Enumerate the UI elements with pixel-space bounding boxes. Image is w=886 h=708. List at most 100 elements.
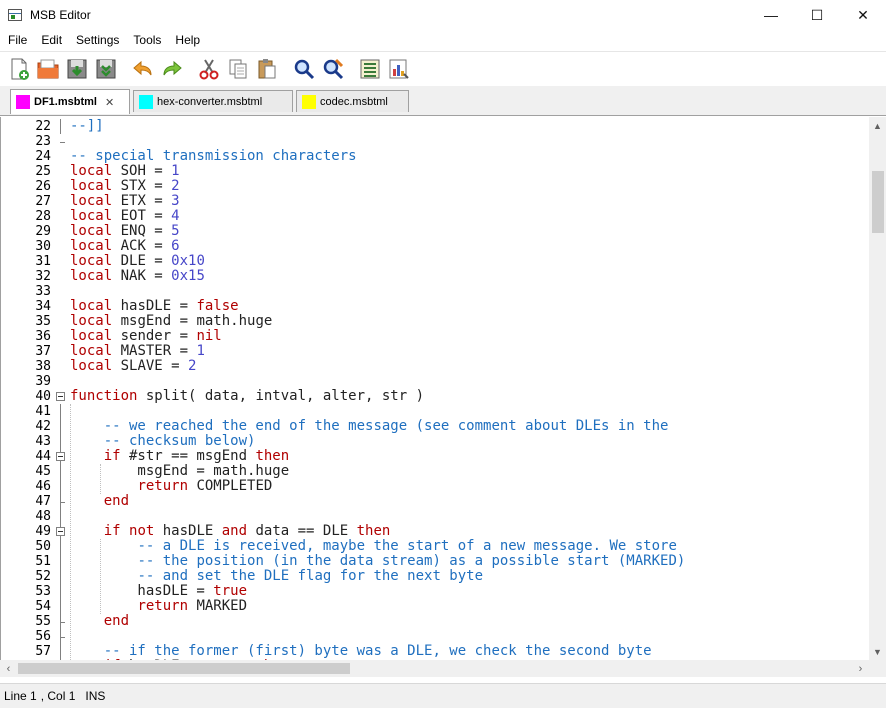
fold-toggle-icon[interactable]: [56, 527, 65, 536]
code-token: local: [70, 268, 113, 284]
code-token: if: [103, 448, 121, 464]
line-number: 26: [35, 179, 51, 194]
copy-button[interactable]: [223, 54, 252, 83]
line-number: 39: [35, 374, 51, 389]
code-token: ENQ =: [112, 223, 172, 239]
horizontal-scrollbar[interactable]: ‹ ›: [0, 660, 869, 677]
list-icon: [360, 59, 379, 78]
code-line[interactable]: local ETX = 3: [70, 194, 180, 209]
code-token: 0x15: [171, 268, 205, 284]
tab-label: hex-converter.msbtml: [157, 95, 263, 108]
code-token: local: [70, 193, 113, 209]
find-icon: [294, 59, 314, 79]
line-number: 51: [35, 554, 51, 569]
line-number: 25: [35, 164, 51, 179]
menu-file[interactable]: File: [0, 30, 34, 50]
save-as-icon: [96, 59, 115, 78]
tab-codec[interactable]: codec.msbtml: [296, 90, 409, 112]
close-tab-icon[interactable]: ✕: [105, 96, 114, 109]
code-line[interactable]: -- a DLE is received, maybe the start of…: [70, 539, 676, 554]
code-token: 1: [196, 343, 205, 359]
cut-button[interactable]: [194, 54, 223, 83]
code-line[interactable]: -- if the former (first) byte was a DLE,…: [70, 644, 652, 659]
code-token: STX =: [112, 178, 172, 194]
fold-toggle-icon[interactable]: [56, 452, 65, 461]
menu-tools[interactable]: Tools: [126, 30, 168, 50]
code-line[interactable]: local msgEnd = math.huge: [70, 314, 272, 329]
code-line[interactable]: local ENQ = 5: [70, 224, 180, 239]
code-line[interactable]: end: [70, 614, 129, 629]
new-file-button[interactable]: [4, 54, 33, 83]
code-line[interactable]: local DLE = 0x10: [70, 254, 205, 269]
code-line[interactable]: end: [70, 494, 129, 509]
menu-edit[interactable]: Edit: [34, 30, 69, 50]
close-button[interactable]: ✕: [840, 0, 886, 30]
code-line[interactable]: -- special transmission characters: [70, 149, 357, 164]
code-line[interactable]: local NAK = 0x15: [70, 269, 205, 284]
scroll-down-icon[interactable]: ▼: [869, 643, 886, 660]
save-button[interactable]: [62, 54, 91, 83]
find-button[interactable]: [289, 54, 318, 83]
code-line[interactable]: -- the position (in the data stream) as …: [70, 554, 685, 569]
fold-toggle-icon[interactable]: [56, 392, 65, 401]
code-token: -- if the former (first) byte was a DLE,…: [103, 643, 652, 659]
tab-hex-converter[interactable]: hex-converter.msbtml: [133, 90, 293, 112]
scrollbar-corner: [869, 660, 886, 677]
status-mode: INS: [85, 689, 106, 703]
code-line[interactable]: if #str == msgEnd then: [70, 449, 289, 464]
code-line[interactable]: return MARKED: [70, 599, 247, 614]
code-token: 3: [171, 193, 180, 209]
code-token: sender =: [112, 328, 197, 344]
open-button[interactable]: [33, 54, 62, 83]
code-line[interactable]: if not hasDLE and data == DLE then: [70, 523, 391, 539]
tab-df1[interactable]: DF1.msbtml ✕: [10, 89, 130, 114]
menu-help[interactable]: Help: [168, 30, 207, 50]
undo-button[interactable]: [128, 54, 157, 83]
code-line[interactable]: local sender = nil: [70, 329, 222, 344]
save-as-button[interactable]: [91, 54, 120, 83]
code-line[interactable]: local SLAVE = 2: [70, 359, 196, 374]
code-line[interactable]: function split( data, intval, alter, str…: [70, 389, 424, 404]
code-line[interactable]: msgEnd = math.huge: [70, 464, 289, 479]
chart-button[interactable]: [384, 54, 413, 83]
code-line[interactable]: local MASTER = 1: [70, 344, 205, 359]
code-editor[interactable]: 22 23 24 25 26 27 28 29 30 31 32 33 34 35 36 37 38 39 40 41…: [0, 117, 886, 660]
code-line[interactable]: local SOH = 1: [70, 164, 180, 179]
replace-button[interactable]: [318, 54, 347, 83]
code-token: and: [221, 523, 248, 539]
indent-guide: [70, 404, 71, 660]
scroll-up-icon[interactable]: ▲: [869, 117, 886, 134]
scroll-right-icon[interactable]: ›: [852, 660, 869, 677]
code-token: 2: [171, 178, 180, 194]
maximize-button[interactable]: ☐: [794, 0, 840, 30]
line-number: 44: [35, 449, 51, 464]
scroll-left-icon[interactable]: ‹: [0, 660, 17, 677]
code-token: MASTER =: [112, 343, 197, 359]
code-line[interactable]: -- we reached the end of the message (se…: [70, 419, 669, 434]
list-button[interactable]: [355, 54, 384, 83]
code-line[interactable]: local EOT = 4: [70, 209, 180, 224]
menu-settings[interactable]: Settings: [69, 30, 126, 50]
vertical-scrollbar[interactable]: ▲ ▼: [869, 117, 886, 660]
line-number: 37: [35, 344, 51, 359]
line-number: 46: [35, 479, 51, 494]
code-area[interactable]: --]] -- special transmission characters lo…: [70, 117, 866, 660]
tab-color-swatch: [139, 94, 153, 109]
code-line[interactable]: local ACK = 6: [70, 239, 180, 254]
code-line[interactable]: hasDLE = true: [70, 584, 247, 599]
code-line[interactable]: local hasDLE = false: [70, 299, 239, 314]
paste-button[interactable]: [252, 54, 281, 83]
title-bar: MSB Editor — ☐ ✕: [0, 0, 886, 30]
minimize-button[interactable]: —: [748, 0, 794, 30]
redo-button[interactable]: [157, 54, 186, 83]
code-line[interactable]: -- and set the DLE flag for the next byt…: [70, 569, 483, 584]
horizontal-scroll-thumb[interactable]: [18, 663, 350, 674]
vertical-scroll-thumb[interactable]: [872, 171, 884, 233]
line-number: 30: [35, 239, 51, 254]
code-line[interactable]: --]]: [70, 119, 104, 134]
code-token: hasDLE =: [70, 583, 214, 599]
code-line[interactable]: local STX = 2: [70, 179, 180, 194]
code-line[interactable]: -- checksum below): [70, 434, 256, 449]
